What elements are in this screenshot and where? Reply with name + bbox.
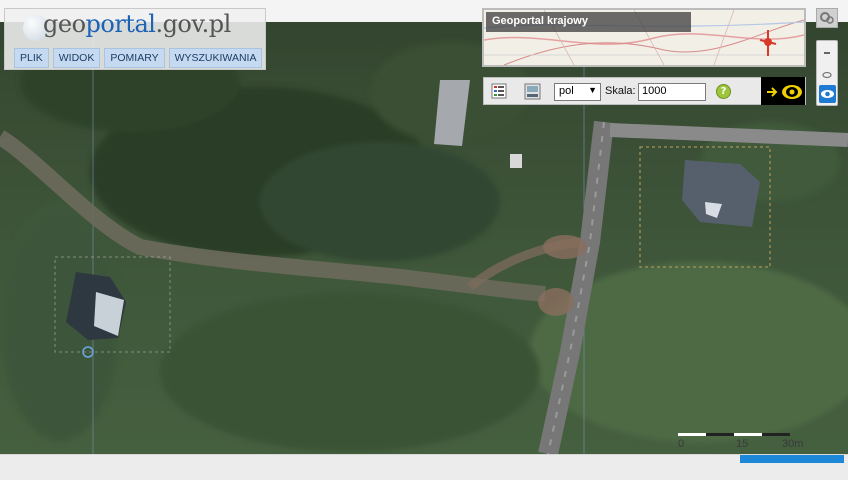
overview-map[interactable]: Geoportal krajowy xyxy=(482,8,806,67)
settings-button[interactable] xyxy=(816,8,838,28)
logo-highlight: portal xyxy=(85,10,156,38)
logo-prefix: geo xyxy=(43,10,86,38)
map-toolbar: pol ▼ Skala: 1000 ? xyxy=(483,77,806,105)
geoportal-page: 0 15 30m geoportal.gov.pl PLIK WIDOK POM… xyxy=(0,0,848,480)
scale-label-30m: 30m xyxy=(782,438,804,450)
settings-icon xyxy=(820,12,834,24)
menu-pomiary[interactable]: POMIARY xyxy=(104,48,165,68)
view-toggle-button[interactable] xyxy=(761,77,805,105)
logo-panel: geoportal.gov.pl PLIK WIDOK POMIARY WYSZ… xyxy=(4,8,266,70)
overview-title: Geoportal krajowy xyxy=(486,12,691,32)
logo-suffix: .gov.pl xyxy=(155,10,231,38)
scale-label: Skala: xyxy=(605,85,636,97)
legend-icon[interactable] xyxy=(491,83,507,99)
main-menu: PLIK WIDOK POMIARY WYSZUKIWANIA xyxy=(14,48,263,68)
scale-input[interactable]: 1000 xyxy=(638,83,706,101)
small-eye-icon[interactable] xyxy=(822,71,832,79)
menu-widok[interactable]: WIDOK xyxy=(52,48,101,68)
bottom-bar xyxy=(0,454,848,480)
eye-toggle-button[interactable] xyxy=(819,85,836,103)
scale-bar: 0 15 30m xyxy=(678,430,818,450)
zoom-out-icon[interactable] xyxy=(824,52,830,54)
wms-icon[interactable] xyxy=(524,83,541,100)
bottom-accent-bar xyxy=(740,455,844,463)
help-icon[interactable]: ? xyxy=(716,84,731,99)
zoom-panel xyxy=(816,40,838,106)
language-select[interactable]: pol ▼ xyxy=(554,83,601,101)
scale-label-0: 0 xyxy=(678,438,685,450)
scale-label-15: 15 xyxy=(736,438,749,450)
chevron-down-icon: ▼ xyxy=(588,85,597,95)
menu-wyszukiwania[interactable]: WYSZUKIWANIA xyxy=(168,48,263,68)
eye-icon xyxy=(821,90,834,98)
arrow-eye-icon xyxy=(767,85,802,99)
menu-plik[interactable]: PLIK xyxy=(14,48,49,68)
geoportal-logo[interactable]: geoportal.gov.pl xyxy=(43,10,231,38)
language-value: pol xyxy=(559,85,574,97)
